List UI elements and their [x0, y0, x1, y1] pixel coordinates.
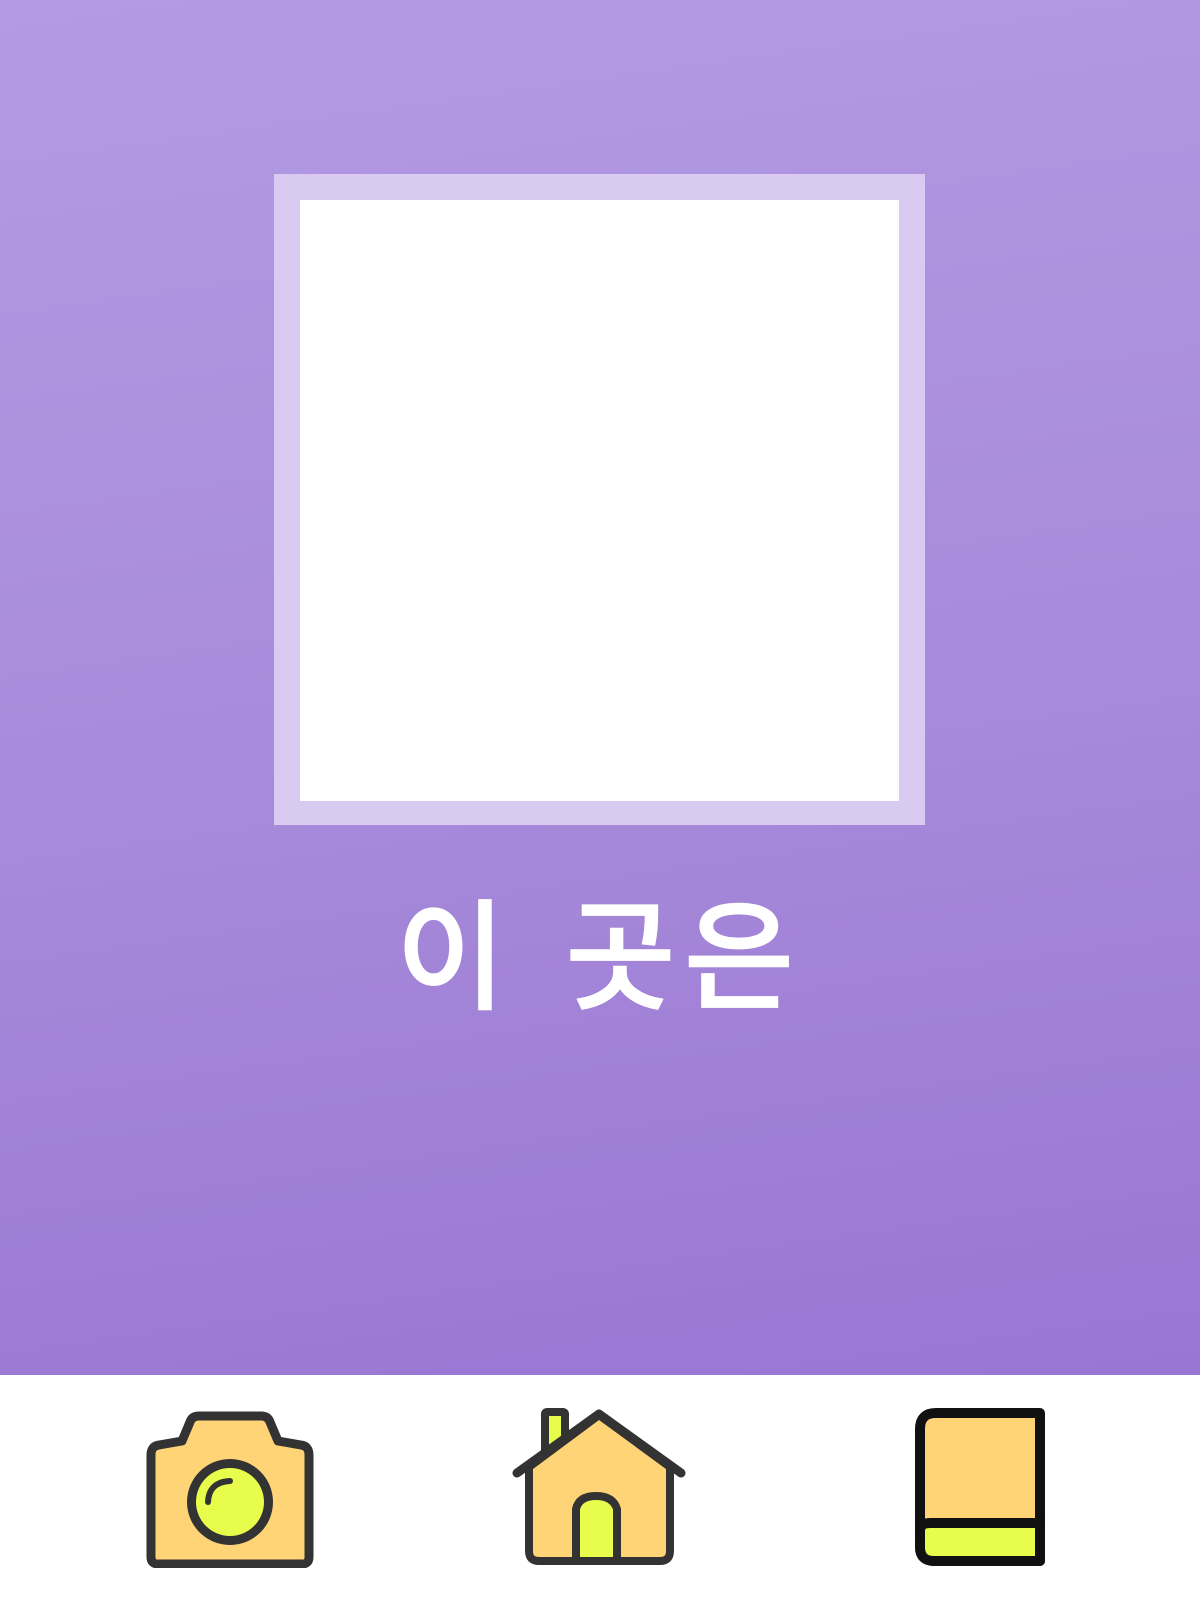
- book-icon: [915, 1407, 1045, 1566]
- tab-home[interactable]: [449, 1375, 749, 1600]
- caption-text: 이 곳은: [396, 889, 804, 1027]
- bottom-tab-bar: [0, 1375, 1200, 1600]
- tab-camera[interactable]: [82, 1375, 382, 1600]
- hero-panel: 이 곳은: [0, 0, 1200, 1375]
- photo-placeholder: [300, 200, 899, 801]
- camera-icon: [146, 1411, 314, 1568]
- home-icon: [512, 1407, 686, 1565]
- app-screen: 이 곳은: [0, 0, 1200, 1600]
- photo-frame: [274, 174, 925, 825]
- tab-book[interactable]: [826, 1375, 1126, 1600]
